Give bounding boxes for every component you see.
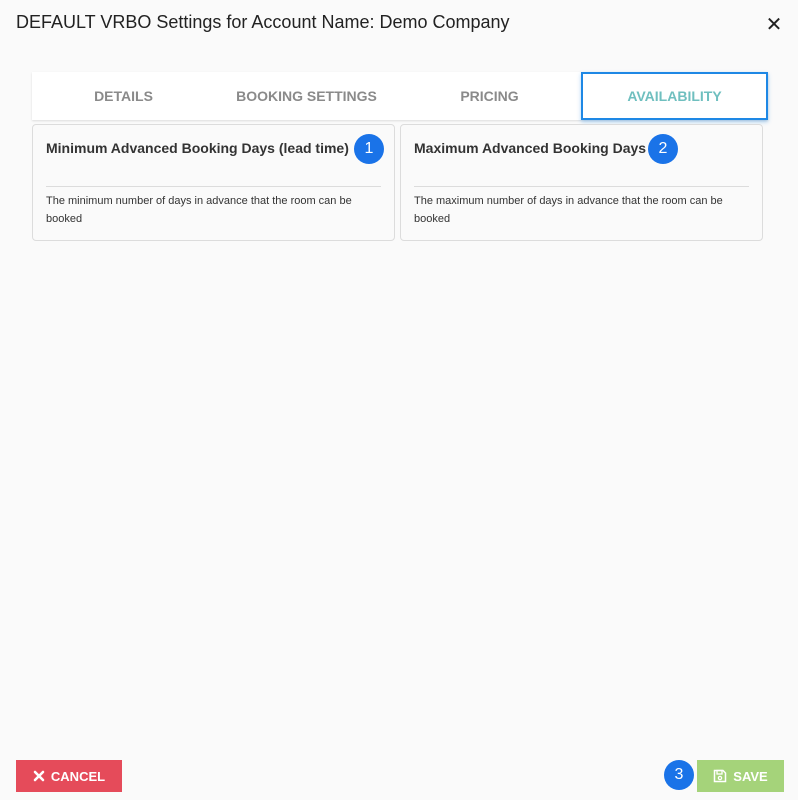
tab-details[interactable]: DETAILS (32, 72, 215, 120)
x-icon (33, 770, 45, 782)
max-booking-days-card: Maximum Advanced Booking Days The maximu… (400, 124, 763, 241)
card-description: The minimum number of days in advance th… (46, 195, 352, 225)
card-title: Maximum Advanced Booking Days (414, 140, 647, 156)
tab-bar: DETAILS BOOKING SETTINGS PRICING AVAILAB… (32, 72, 768, 120)
tab-pricing[interactable]: PRICING (398, 72, 581, 120)
card-title: Minimum Advanced Booking Days (lead time… (46, 140, 349, 156)
cancel-button[interactable]: CANCEL (16, 760, 122, 792)
tab-booking-settings[interactable]: BOOKING SETTINGS (215, 72, 398, 120)
dialog-title: DEFAULT VRBO Settings for Account Name: … (16, 12, 510, 32)
step-badge-3: 3 (664, 760, 694, 790)
close-icon[interactable]: ✕ (762, 12, 786, 36)
tab-availability[interactable]: AVAILABILITY (581, 72, 768, 120)
step-badge-2: 2 (648, 134, 678, 164)
step-badge-1: 1 (354, 134, 384, 164)
min-booking-days-card: Minimum Advanced Booking Days (lead time… (32, 124, 395, 241)
card-description: The maximum number of days in advance th… (414, 195, 723, 225)
save-button[interactable]: SAVE (697, 760, 784, 792)
card-divider (414, 186, 749, 187)
card-divider (46, 186, 381, 187)
floppy-disk-icon (713, 769, 727, 783)
save-label: SAVE (733, 768, 768, 784)
cancel-label: CANCEL (50, 768, 106, 784)
